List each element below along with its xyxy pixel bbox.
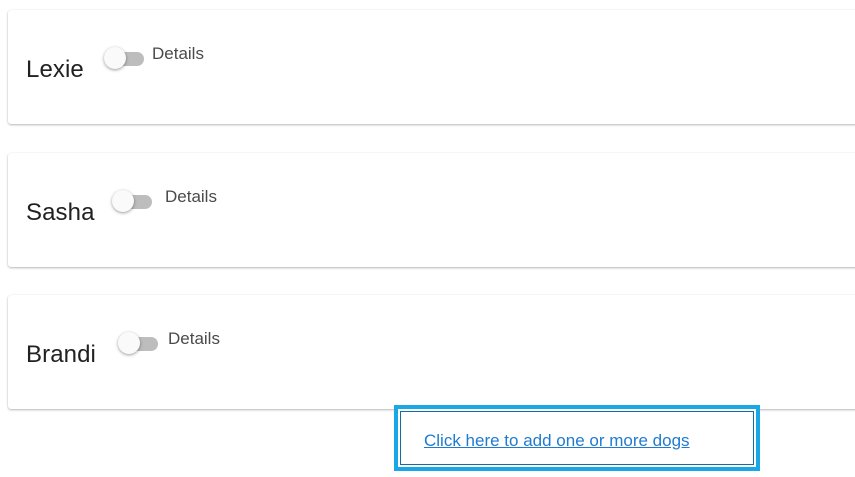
dog-card-brandi: Brandi Details xyxy=(8,295,855,409)
dog-card-lexie: Lexie Details xyxy=(8,10,855,124)
add-dogs-highlight-box: Click here to add one or more dogs xyxy=(394,405,760,471)
details-toggle-label: Details xyxy=(152,44,204,63)
add-dogs-link[interactable]: Click here to add one or more dogs xyxy=(424,431,690,451)
details-toggle-switch[interactable] xyxy=(112,189,154,215)
toggle-thumb xyxy=(118,332,140,354)
dog-card-sasha: Sasha Details xyxy=(8,153,855,267)
dog-name: Brandi xyxy=(26,341,96,368)
dog-list-page: Lexie Details Sasha Details Brandi Detai… xyxy=(0,0,855,477)
dog-name: Sasha xyxy=(26,199,95,226)
dog-name: Lexie xyxy=(26,56,84,83)
details-toggle-switch[interactable] xyxy=(104,46,146,72)
toggle-thumb xyxy=(112,190,134,212)
toggle-thumb xyxy=(104,47,126,69)
details-toggle-label: Details xyxy=(165,187,217,206)
details-toggle-switch[interactable] xyxy=(118,331,160,357)
details-toggle-label: Details xyxy=(168,329,220,348)
